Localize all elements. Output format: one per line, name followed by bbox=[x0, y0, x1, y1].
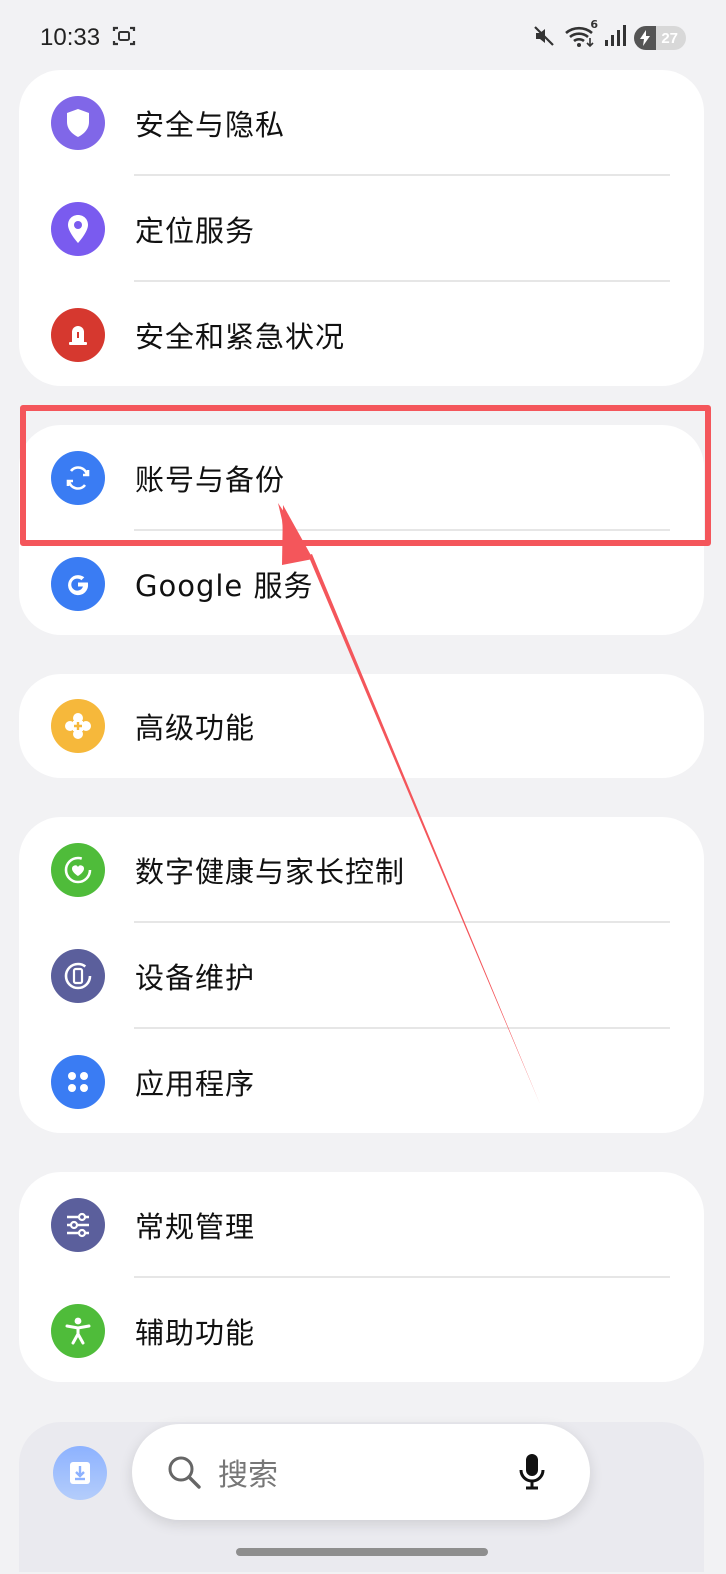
settings-item-general-management[interactable]: 常规管理 bbox=[19, 1172, 704, 1278]
settings-group-advanced: 高级功能 bbox=[19, 674, 704, 778]
item-label: 安全和紧急状况 bbox=[135, 320, 346, 354]
shield-icon bbox=[51, 96, 105, 150]
item-label: 账号与备份 bbox=[135, 463, 286, 497]
settings-item-advanced-features[interactable]: 高级功能 bbox=[19, 674, 704, 778]
puzzle-plus-icon bbox=[51, 699, 105, 753]
screenshot-icon bbox=[112, 25, 136, 51]
google-g-icon bbox=[51, 557, 105, 611]
settings-group-privacy: 安全与隐私 定位服务 安全和紧急状况 bbox=[19, 70, 704, 386]
mute-icon bbox=[532, 24, 556, 52]
microphone-icon[interactable] bbox=[518, 1452, 546, 1496]
settings-group-device: 数字健康与家长控制 设备维护 应用程序 bbox=[19, 817, 704, 1133]
battery-level: 27 bbox=[661, 29, 678, 47]
settings-item-accessibility[interactable]: 辅助功能 bbox=[19, 1278, 704, 1382]
settings-item-apps[interactable]: 应用程序 bbox=[19, 1029, 704, 1133]
status-bar: 10:33 6 27 bbox=[0, 0, 726, 76]
settings-item-device-care[interactable]: 设备维护 bbox=[19, 923, 704, 1029]
item-label: 数字健康与家长控制 bbox=[135, 855, 406, 889]
settings-item-security-privacy[interactable]: 安全与隐私 bbox=[19, 70, 704, 176]
item-label: Google 服务 bbox=[135, 569, 314, 603]
charging-icon bbox=[634, 26, 656, 50]
item-label: 高级功能 bbox=[135, 711, 256, 745]
item-label: 应用程序 bbox=[135, 1067, 256, 1101]
item-label: 设备维护 bbox=[135, 961, 256, 995]
settings-group-accounts: 账号与备份 Google 服务 bbox=[19, 425, 704, 635]
settings-group-general: 常规管理 辅助功能 bbox=[19, 1172, 704, 1382]
item-label: 辅助功能 bbox=[135, 1316, 256, 1350]
settings-item-google[interactable]: Google 服务 bbox=[19, 531, 704, 635]
settings-item-emergency[interactable]: 安全和紧急状况 bbox=[19, 282, 704, 386]
emergency-light-icon bbox=[51, 308, 105, 362]
item-label: 安全与隐私 bbox=[135, 108, 286, 142]
accessibility-icon bbox=[51, 1304, 105, 1358]
home-indicator[interactable] bbox=[236, 1548, 488, 1556]
sliders-icon bbox=[51, 1198, 105, 1252]
search-bar[interactable]: 搜索 bbox=[132, 1424, 590, 1520]
heart-ring-icon bbox=[51, 843, 105, 897]
settings-item-digital-wellbeing[interactable]: 数字健康与家长控制 bbox=[19, 817, 704, 923]
signal-icon bbox=[604, 24, 626, 52]
software-update-icon[interactable] bbox=[53, 1446, 107, 1500]
apps-grid-icon bbox=[51, 1055, 105, 1109]
network-type-label: 6 bbox=[590, 18, 598, 31]
item-label: 常规管理 bbox=[135, 1210, 256, 1244]
battery-indicator: 27 bbox=[634, 26, 686, 50]
item-label: 定位服务 bbox=[135, 214, 256, 248]
search-icon bbox=[166, 1454, 202, 1494]
wifi-icon: 6 bbox=[564, 18, 598, 52]
status-time: 10:33 bbox=[40, 24, 101, 51]
location-pin-icon bbox=[51, 202, 105, 256]
search-placeholder: 搜索 bbox=[218, 1458, 278, 1493]
settings-item-location[interactable]: 定位服务 bbox=[19, 176, 704, 282]
settings-item-accounts-backup[interactable]: 账号与备份 bbox=[19, 425, 704, 531]
device-care-icon bbox=[51, 949, 105, 1003]
sync-icon bbox=[51, 451, 105, 505]
